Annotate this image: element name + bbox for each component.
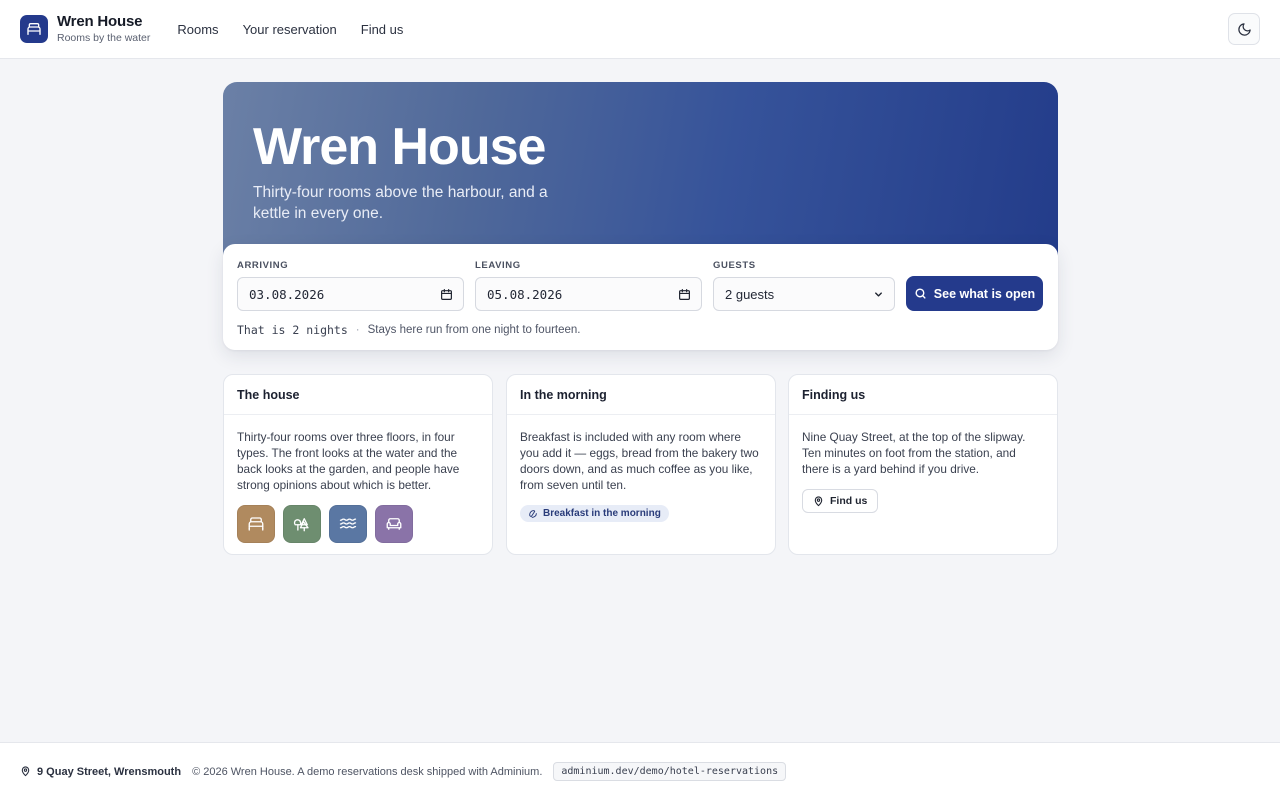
calendar-icon bbox=[441, 288, 452, 300]
chevron-down-icon bbox=[875, 291, 882, 297]
search-button-label: See what is open bbox=[933, 286, 1036, 301]
trees-icon[interactable] bbox=[283, 505, 321, 543]
nav-rooms[interactable]: Rooms bbox=[177, 22, 218, 37]
arriving-field: ARRIVING 03.08.2026 bbox=[237, 260, 464, 311]
hint-separator: · bbox=[355, 324, 360, 336]
footer-address-text: 9 Quay Street, Wrensmouth bbox=[37, 765, 182, 778]
theme-toggle-button[interactable] bbox=[1228, 13, 1260, 45]
leaving-label: LEAVING bbox=[475, 260, 521, 271]
card-title: In the morning bbox=[507, 375, 775, 415]
brand[interactable]: Wren House Rooms by the water bbox=[20, 13, 150, 45]
nav-find-us[interactable]: Find us bbox=[361, 22, 404, 37]
map-pin-icon bbox=[814, 495, 823, 506]
guests-select[interactable]: 2 guests bbox=[713, 277, 895, 311]
card-finding-us: Finding us Nine Quay Street, at the top … bbox=[788, 374, 1058, 555]
card-title: Finding us bbox=[789, 375, 1057, 415]
brand-tagline: Rooms by the water bbox=[57, 32, 151, 44]
room-type-icons bbox=[237, 505, 479, 543]
card-body: Nine Quay Street, at the top of the slip… bbox=[802, 430, 1026, 476]
find-us-button[interactable]: Find us bbox=[802, 489, 879, 513]
brand-name: Wren House bbox=[57, 13, 143, 30]
arriving-label: ARRIVING bbox=[237, 260, 289, 271]
footer: 9 Quay Street, Wrensmouth © 2026 Wren Ho… bbox=[0, 742, 1280, 800]
footer-demo-url[interactable]: adminium.dev/demo/hotel-reservations bbox=[553, 762, 787, 781]
guests-field: GUESTS 2 guests bbox=[713, 260, 895, 311]
top-bar: Wren House Rooms by the water Rooms Your… bbox=[0, 0, 1280, 59]
moon-icon bbox=[1237, 22, 1251, 36]
card-body: Thirty-four rooms over three floors, in … bbox=[237, 430, 460, 492]
croissant-icon bbox=[529, 509, 537, 518]
stay-length-note: Stays here run from one night to fourtee… bbox=[367, 324, 581, 336]
map-pin-icon bbox=[21, 766, 30, 777]
stay-hint: That is 2 nights · Stays here run from o… bbox=[237, 323, 1044, 337]
leaving-field: LEAVING 05.08.2026 bbox=[475, 260, 702, 311]
search-icon bbox=[915, 288, 926, 299]
card-in-the-morning: In the morning Breakfast is included wit… bbox=[506, 374, 776, 555]
footer-address: 9 Quay Street, Wrensmouth bbox=[20, 766, 181, 778]
find-us-button-label: Find us bbox=[830, 495, 868, 507]
guests-label: GUESTS bbox=[713, 260, 756, 271]
availability-search: ARRIVING 03.08.2026 LEAVING 05.08.2026 G… bbox=[223, 244, 1058, 350]
see-what-is-open-button[interactable]: See what is open bbox=[906, 276, 1043, 311]
arriving-value: 03.08.2026 bbox=[249, 286, 325, 302]
card-the-house: The house Thirty-four rooms over three f… bbox=[223, 374, 493, 555]
breakfast-badge-label: Breakfast in the morning bbox=[543, 507, 661, 519]
bed-icon bbox=[20, 15, 48, 43]
nights-count: That is 2 nights bbox=[237, 323, 348, 337]
guests-value: 2 guests bbox=[725, 286, 775, 302]
nav-your-reservation[interactable]: Your reservation bbox=[243, 22, 337, 37]
card-title: The house bbox=[224, 375, 492, 415]
card-body: Breakfast is included with any room wher… bbox=[520, 430, 759, 492]
waves-icon[interactable] bbox=[329, 505, 367, 543]
calendar-icon bbox=[679, 288, 690, 300]
sofa-icon[interactable] bbox=[375, 505, 413, 543]
footer-copyright: © 2026 Wren House. A demo reservations d… bbox=[192, 765, 543, 778]
arriving-date-input[interactable]: 03.08.2026 bbox=[237, 277, 464, 311]
leaving-value: 05.08.2026 bbox=[487, 286, 563, 302]
breakfast-badge: Breakfast in the morning bbox=[520, 505, 669, 522]
hero-title: Wren House bbox=[253, 118, 546, 176]
bed-icon[interactable] bbox=[237, 505, 275, 543]
hero-subtitle: Thirty-four rooms above the harbour, and… bbox=[253, 184, 548, 222]
main-nav: Rooms Your reservation Find us bbox=[177, 22, 403, 37]
leaving-date-input[interactable]: 05.08.2026 bbox=[475, 277, 702, 311]
